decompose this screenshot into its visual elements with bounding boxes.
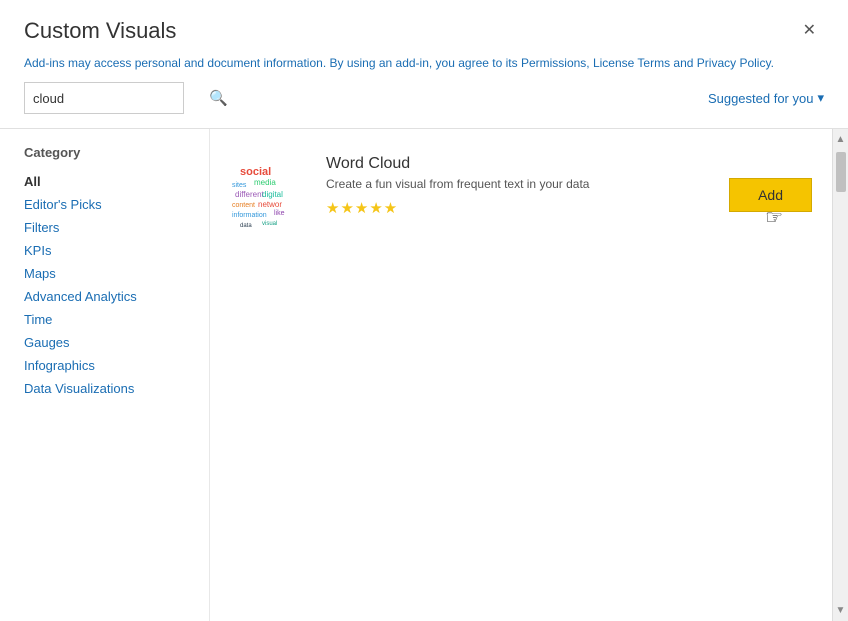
notice-text: Add-ins may access personal and document… [0,50,848,82]
svg-text:like: like [274,210,285,217]
add-button[interactable]: Add [729,178,812,212]
dialog-header: Custom Visuals ✕ [0,0,848,50]
scrollbar: ▲ ▼ [832,129,848,621]
suggested-for-you-button[interactable]: Suggested for you ▾ [708,90,824,106]
svg-text:sites: sites [232,182,247,189]
svg-text:social: social [240,166,271,178]
search-box: 🔍 [24,82,184,114]
word-cloud-thumbnail: social sites media different content dig… [230,155,310,235]
svg-text:data: data [240,223,252,229]
svg-text:networ: networ [258,200,282,209]
scroll-down-arrow[interactable]: ▼ [833,602,848,619]
search-input[interactable] [33,91,209,106]
table-row: social sites media different content dig… [230,145,812,245]
category-label: Category [24,145,185,160]
main-content: Category All Editor's Picks Filters KPIs… [0,128,848,621]
close-button[interactable]: ✕ [795,19,824,43]
custom-visuals-dialog: Custom Visuals ✕ Add-ins may access pers… [0,0,848,621]
sidebar-item-editors-picks[interactable]: Editor's Picks [24,193,185,216]
svg-text:visual: visual [262,221,277,227]
sidebar-item-maps[interactable]: Maps [24,262,185,285]
sidebar-item-gauges[interactable]: Gauges [24,331,185,354]
svg-text:media: media [254,178,276,187]
svg-text:information: information [232,212,267,219]
chevron-down-icon: ▾ [817,90,824,106]
result-info: Word Cloud Create a fun visual from freq… [326,155,713,217]
svg-text:content: content [232,202,255,209]
search-row: 🔍 Suggested for you ▾ [0,82,848,128]
results-area: social sites media different content dig… [210,129,832,621]
sidebar-item-advanced-analytics[interactable]: Advanced Analytics [24,285,185,308]
sidebar-item-filters[interactable]: Filters [24,216,185,239]
add-button-container: Add ☞ [729,178,812,212]
dialog-title: Custom Visuals [24,18,176,44]
sidebar: Category All Editor's Picks Filters KPIs… [0,129,210,621]
sidebar-item-all[interactable]: All [24,170,185,193]
search-icon[interactable]: 🔍 [209,89,228,107]
star-rating: ★★★★★ [326,199,713,217]
result-title: Word Cloud [326,155,713,173]
result-description: Create a fun visual from frequent text i… [326,177,713,191]
sidebar-item-infographics[interactable]: Infographics [24,354,185,377]
sidebar-item-data-visualizations[interactable]: Data Visualizations [24,377,185,400]
sidebar-item-kpis[interactable]: KPIs [24,239,185,262]
scroll-thumb[interactable] [836,152,846,192]
scroll-track [833,148,848,602]
sidebar-item-time[interactable]: Time [24,308,185,331]
svg-text:different: different [235,190,265,199]
scroll-up-arrow[interactable]: ▲ [833,131,848,148]
svg-text:digital: digital [262,190,283,199]
